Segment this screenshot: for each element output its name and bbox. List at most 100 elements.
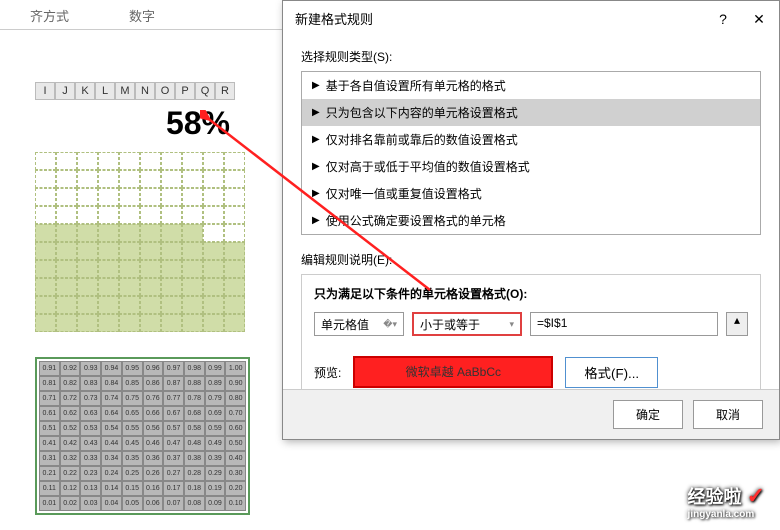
data-cell[interactable]: 0.70 (225, 406, 246, 421)
data-cell[interactable]: 0.61 (39, 406, 60, 421)
reference-input[interactable]: =$I$1 (530, 312, 718, 336)
data-cell[interactable]: 0.23 (80, 466, 101, 481)
data-cell[interactable]: 0.01 (39, 496, 60, 511)
column-header[interactable]: K (75, 82, 95, 100)
data-cell[interactable]: 0.76 (143, 391, 164, 406)
data-cell[interactable]: 0.92 (60, 361, 81, 376)
data-cell[interactable]: 0.38 (184, 451, 205, 466)
data-cell[interactable]: 0.36 (143, 451, 164, 466)
data-cell[interactable]: 0.97 (163, 361, 184, 376)
data-cell[interactable]: 0.82 (60, 376, 81, 391)
data-cell[interactable]: 0.74 (101, 391, 122, 406)
data-cell[interactable]: 0.94 (101, 361, 122, 376)
column-header[interactable]: O (155, 82, 175, 100)
data-cell[interactable]: 0.98 (184, 361, 205, 376)
format-button[interactable]: 格式(F)... (565, 357, 658, 388)
data-cell[interactable]: 0.81 (39, 376, 60, 391)
data-cell[interactable]: 0.39 (205, 451, 226, 466)
data-cell[interactable]: 0.41 (39, 436, 60, 451)
column-header[interactable]: L (95, 82, 115, 100)
data-cell[interactable]: 0.85 (122, 376, 143, 391)
data-cell[interactable]: 0.88 (184, 376, 205, 391)
data-cell[interactable]: 0.73 (80, 391, 101, 406)
data-cell[interactable]: 0.95 (122, 361, 143, 376)
rule-type-item[interactable]: ▶只为包含以下内容的单元格设置格式 (302, 99, 760, 126)
data-cell[interactable]: 0.79 (205, 391, 226, 406)
data-cell[interactable]: 0.40 (225, 451, 246, 466)
column-header[interactable]: P (175, 82, 195, 100)
data-cell[interactable]: 0.37 (163, 451, 184, 466)
data-cell[interactable]: 0.16 (143, 481, 164, 496)
data-cell[interactable]: 0.93 (80, 361, 101, 376)
data-cell[interactable]: 0.02 (60, 496, 81, 511)
ok-button[interactable]: 确定 (613, 400, 683, 429)
data-cell[interactable]: 0.27 (163, 466, 184, 481)
data-grid[interactable]: 0.910.920.930.940.950.960.970.980.991.00… (35, 357, 250, 515)
data-cell[interactable]: 0.42 (60, 436, 81, 451)
data-cell[interactable]: 0.29 (205, 466, 226, 481)
data-cell[interactable]: 0.44 (101, 436, 122, 451)
data-cell[interactable]: 0.04 (101, 496, 122, 511)
data-cell[interactable]: 0.48 (184, 436, 205, 451)
data-cell[interactable]: 0.84 (101, 376, 122, 391)
data-cell[interactable]: 0.59 (205, 421, 226, 436)
data-cell[interactable]: 0.30 (225, 466, 246, 481)
column-header[interactable]: M (115, 82, 135, 100)
data-cell[interactable]: 0.07 (163, 496, 184, 511)
column-header[interactable]: I (35, 82, 55, 100)
data-cell[interactable]: 0.11 (39, 481, 60, 496)
rule-type-list[interactable]: ▶基于各自值设置所有单元格的格式▶只为包含以下内容的单元格设置格式▶仅对排名靠前… (301, 71, 761, 235)
data-cell[interactable]: 0.20 (225, 481, 246, 496)
data-cell[interactable]: 0.06 (143, 496, 164, 511)
data-cell[interactable]: 0.08 (184, 496, 205, 511)
data-cell[interactable]: 0.22 (60, 466, 81, 481)
data-cell[interactable]: 0.33 (80, 451, 101, 466)
data-cell[interactable]: 0.51 (39, 421, 60, 436)
ribbon-tab-align[interactable]: 齐方式 (0, 0, 99, 29)
data-cell[interactable]: 0.12 (60, 481, 81, 496)
data-cell[interactable]: 0.86 (143, 376, 164, 391)
condition-type-combo[interactable]: 单元格值 �▾ (314, 312, 404, 336)
data-cell[interactable]: 0.25 (122, 466, 143, 481)
column-header[interactable]: J (55, 82, 75, 100)
data-cell[interactable]: 0.19 (205, 481, 226, 496)
data-cell[interactable]: 0.50 (225, 436, 246, 451)
ribbon-tab-number[interactable]: 数字 (99, 0, 185, 29)
data-cell[interactable]: 0.49 (205, 436, 226, 451)
data-cell[interactable]: 0.43 (80, 436, 101, 451)
data-cell[interactable]: 0.09 (205, 496, 226, 511)
data-cell[interactable]: 0.53 (80, 421, 101, 436)
data-cell[interactable]: 0.10 (225, 496, 246, 511)
data-cell[interactable]: 0.63 (80, 406, 101, 421)
data-cell[interactable]: 0.17 (163, 481, 184, 496)
data-cell[interactable]: 0.91 (39, 361, 60, 376)
data-cell[interactable]: 0.24 (101, 466, 122, 481)
data-cell[interactable]: 1.00 (225, 361, 246, 376)
range-picker-button[interactable]: ▴ (726, 312, 748, 336)
data-cell[interactable]: 0.67 (163, 406, 184, 421)
data-cell[interactable]: 0.77 (163, 391, 184, 406)
data-cell[interactable]: 0.60 (225, 421, 246, 436)
data-cell[interactable]: 0.68 (184, 406, 205, 421)
data-cell[interactable]: 0.87 (163, 376, 184, 391)
data-cell[interactable]: 0.31 (39, 451, 60, 466)
data-cell[interactable]: 0.26 (143, 466, 164, 481)
data-cell[interactable]: 0.99 (205, 361, 226, 376)
rule-type-item[interactable]: ▶仅对唯一值或重复值设置格式 (302, 180, 760, 207)
rule-type-item[interactable]: ▶基于各自值设置所有单元格的格式 (302, 72, 760, 99)
data-cell[interactable]: 0.03 (80, 496, 101, 511)
data-cell[interactable]: 0.21 (39, 466, 60, 481)
data-cell[interactable]: 0.52 (60, 421, 81, 436)
data-cell[interactable]: 0.15 (122, 481, 143, 496)
data-cell[interactable]: 0.05 (122, 496, 143, 511)
data-cell[interactable]: 0.58 (184, 421, 205, 436)
help-button[interactable]: ? (715, 11, 731, 27)
data-cell[interactable]: 0.62 (60, 406, 81, 421)
cancel-button[interactable]: 取消 (693, 400, 763, 429)
data-cell[interactable]: 0.83 (80, 376, 101, 391)
rule-type-item[interactable]: ▶使用公式确定要设置格式的单元格 (302, 207, 760, 234)
data-cell[interactable]: 0.78 (184, 391, 205, 406)
data-cell[interactable]: 0.28 (184, 466, 205, 481)
data-cell[interactable]: 0.14 (101, 481, 122, 496)
column-header[interactable]: R (215, 82, 235, 100)
